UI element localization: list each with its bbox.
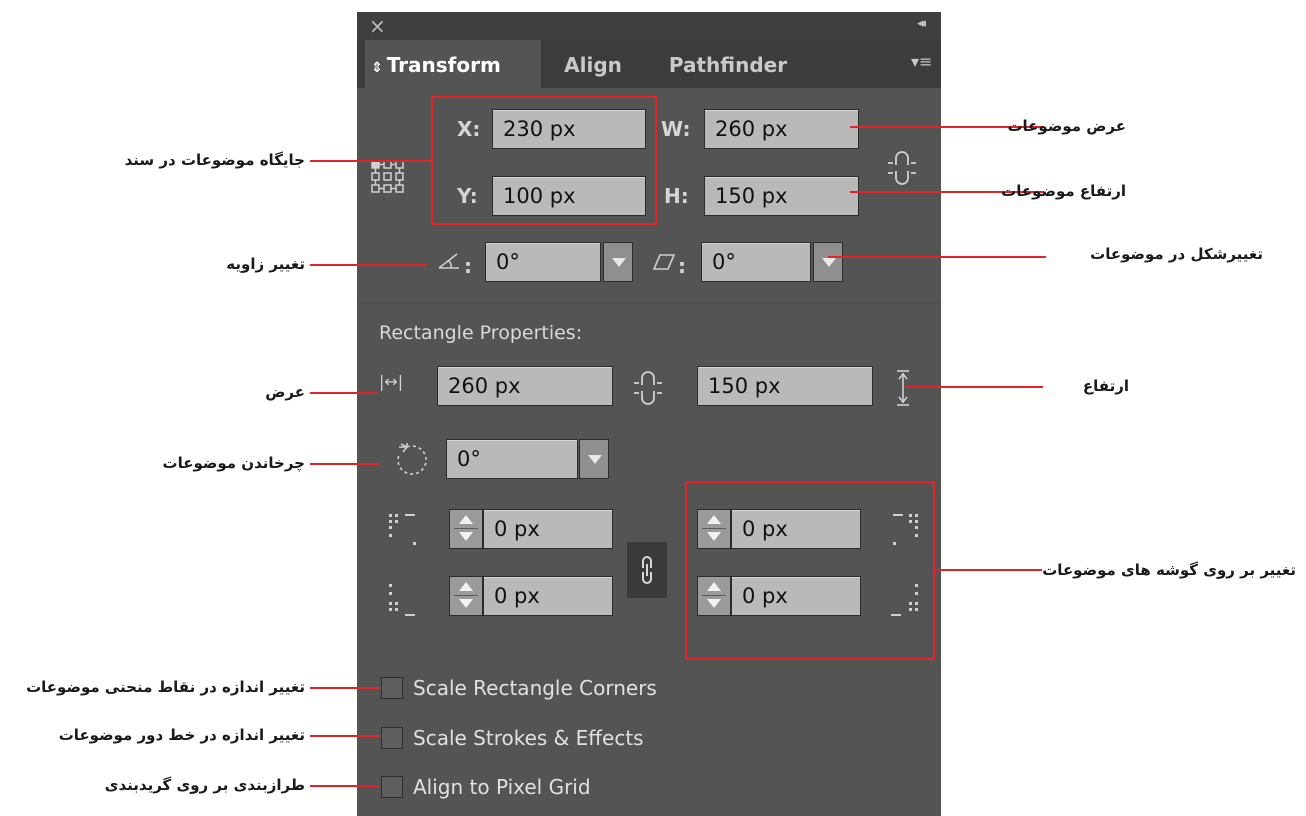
callout-line-width bbox=[310, 392, 378, 394]
annotation-object-width: عرض موضوعات bbox=[1007, 117, 1126, 135]
rotate-colon: : bbox=[464, 254, 472, 278]
h-label: H: bbox=[664, 184, 689, 208]
section-divider bbox=[357, 302, 941, 303]
annotation-height: ارتفاع bbox=[1082, 377, 1129, 395]
annotation-scale-corners: تغییر اندازه در نقاط منحنی موضوعات bbox=[26, 678, 305, 696]
annotation-scale-strokes: تغییر اندازه در خط دور موضوعات bbox=[58, 726, 305, 744]
height-arrows-icon bbox=[897, 370, 909, 406]
h-field[interactable]: 150 px bbox=[704, 176, 859, 216]
corner-tl-field[interactable]: 0 px bbox=[483, 509, 613, 549]
rotate-angle-dropdown-button[interactable] bbox=[603, 242, 633, 282]
corner-bl-field[interactable]: 0 px bbox=[483, 576, 613, 616]
tab-pathfinder-label: Pathfinder bbox=[668, 53, 788, 77]
tab-stepper-icon: ⇕ bbox=[371, 60, 383, 76]
annotation-align-grid: طرازبندی بر روی گریدبندی bbox=[104, 776, 305, 794]
callout-line-position bbox=[310, 160, 431, 162]
w-field[interactable]: 260 px bbox=[704, 109, 859, 149]
rotate-angle-field[interactable]: 0° bbox=[485, 242, 601, 282]
corner-link-button[interactable] bbox=[627, 542, 667, 598]
tab-align[interactable]: Align bbox=[543, 40, 643, 88]
corners-highlight-box bbox=[685, 481, 935, 660]
reference-point-icon[interactable] bbox=[371, 160, 405, 194]
callout-line-scale-strokes bbox=[310, 735, 380, 737]
corner-top-left-icon bbox=[389, 514, 416, 545]
panel-tab-bar: ⇕ Transform Align Pathfinder ▾≡ bbox=[357, 40, 941, 88]
annotation-rotate: تغییر زاویه bbox=[226, 255, 305, 273]
corner-bl-stepper[interactable] bbox=[449, 576, 483, 616]
scale-strokes-effects-label: Scale Strokes & Effects bbox=[413, 726, 644, 750]
rotate-angle-icon bbox=[438, 253, 459, 269]
collapse-icon[interactable]: ◂◂ bbox=[917, 16, 926, 31]
callout-line-shear bbox=[828, 256, 1046, 258]
scale-rectangle-corners-label: Scale Rectangle Corners bbox=[413, 676, 657, 700]
annotation-corners: تغییر بر روی گوشه های موضوعات bbox=[1042, 561, 1296, 579]
tab-align-label: Align bbox=[564, 53, 622, 77]
tab-transform-label: Transform bbox=[386, 53, 501, 77]
callout-line-scale-corners bbox=[310, 687, 380, 689]
callout-line-corners bbox=[935, 569, 1042, 571]
rotate-objects-icon bbox=[397, 443, 427, 475]
callout-line-align-grid bbox=[310, 785, 380, 787]
rect-rotate-dropdown-button[interactable] bbox=[579, 439, 609, 479]
callout-line-rotate bbox=[310, 264, 427, 266]
rect-rotate-field[interactable]: 0° bbox=[446, 439, 578, 479]
shear-colon: : bbox=[678, 254, 686, 278]
corner-link-icon bbox=[642, 556, 652, 584]
position-highlight-box bbox=[431, 96, 657, 225]
annotation-shear: تغییرشکل در موضوعات bbox=[1090, 245, 1263, 263]
callout-line-rotate-objects bbox=[310, 463, 380, 465]
rect-height-field[interactable]: 150 px bbox=[697, 366, 873, 406]
align-pixel-grid-checkbox[interactable] bbox=[381, 776, 403, 798]
tab-pathfinder[interactable]: Pathfinder bbox=[649, 40, 807, 88]
scale-rectangle-corners-checkbox[interactable] bbox=[381, 677, 403, 699]
rect-constrain-link-icon[interactable] bbox=[633, 368, 663, 408]
align-pixel-grid-label: Align to Pixel Grid bbox=[413, 775, 591, 799]
width-arrows-icon: |↔| bbox=[379, 372, 404, 391]
corner-bottom-left-icon bbox=[389, 584, 415, 616]
shear-field[interactable]: 0° bbox=[701, 242, 811, 282]
close-icon[interactable]: × bbox=[369, 14, 386, 38]
constrain-proportions-link-icon[interactable] bbox=[887, 148, 917, 188]
annotation-object-height: ارتفاع موضوعات bbox=[1001, 182, 1126, 200]
rect-width-field[interactable]: 260 px bbox=[437, 366, 613, 406]
annotation-width: عرض bbox=[265, 383, 305, 401]
panel-menu-icon[interactable]: ▾≡ bbox=[911, 52, 932, 71]
shear-dropdown-button[interactable] bbox=[813, 242, 843, 282]
corner-tl-stepper[interactable] bbox=[449, 509, 483, 549]
scale-strokes-effects-checkbox[interactable] bbox=[381, 727, 403, 749]
tab-transform[interactable]: ⇕ Transform bbox=[365, 40, 541, 88]
shear-icon bbox=[653, 254, 675, 270]
annotation-position: جایگاه موضوعات در سند bbox=[124, 151, 305, 169]
callout-line-height bbox=[905, 386, 1043, 388]
annotation-rotate-objects: چرخاندن موضوعات bbox=[162, 454, 305, 472]
panel-title-bar: × ◂◂ bbox=[357, 12, 941, 40]
rectangle-properties-heading: Rectangle Properties: bbox=[379, 322, 583, 344]
w-label: W: bbox=[661, 117, 691, 141]
